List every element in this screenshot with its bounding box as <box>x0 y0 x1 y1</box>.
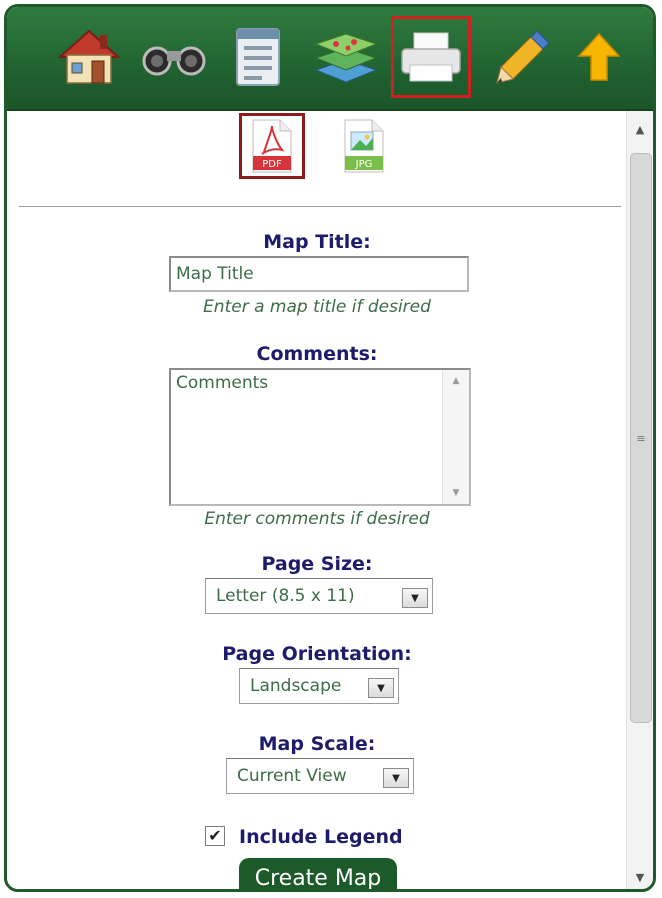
create-map-button[interactable]: Create Map <box>239 858 397 889</box>
home-button[interactable] <box>52 17 126 97</box>
scroll-up-icon[interactable]: ▲ <box>443 376 469 386</box>
pdf-format-button[interactable]: PDF <box>239 113 305 179</box>
panel-scrollbar[interactable]: ▲ ≡ ▼ <box>626 111 653 889</box>
layers-button[interactable] <box>309 17 383 97</box>
scrollbar-thumb[interactable]: ≡ <box>630 153 652 723</box>
scroll-down-icon[interactable]: ▼ <box>443 488 469 498</box>
jpg-format-button[interactable]: JPG <box>333 115 395 177</box>
scroll-up-icon[interactable]: ▲ <box>627 115 653 143</box>
include-legend-label: Include Legend <box>239 826 403 848</box>
draw-button[interactable] <box>486 17 560 97</box>
search-button[interactable] <box>137 17 211 97</box>
print-button[interactable] <box>391 16 471 98</box>
up-arrow-icon <box>577 32 621 81</box>
map-scale-select[interactable]: Current View ▼ <box>226 758 414 794</box>
grip-icon: ≡ <box>636 431 646 445</box>
comments-label: Comments: <box>256 343 378 365</box>
printer-icon <box>401 32 461 82</box>
comments-textarea[interactable]: Comments ▲ ▼ <box>169 368 471 506</box>
page-orientation-value: Landscape <box>250 676 342 696</box>
chevron-down-icon[interactable]: ▼ <box>383 768 409 788</box>
pdf-label: PDF <box>262 159 282 170</box>
include-legend-checkbox[interactable]: ✔ <box>205 826 225 846</box>
jpg-label: JPG <box>355 159 373 170</box>
map-title-label: Map Title: <box>263 231 371 253</box>
divider <box>19 206 621 207</box>
map-scale-label: Map Scale: <box>258 733 376 755</box>
map-title-input[interactable] <box>169 256 469 292</box>
scroll-down-icon[interactable]: ▼ <box>627 863 653 889</box>
checkmark-icon: ✔ <box>208 826 222 845</box>
map-scale-value: Current View <box>237 766 347 786</box>
report-button[interactable] <box>221 17 295 97</box>
chevron-down-icon[interactable]: ▼ <box>368 678 394 698</box>
home-icon <box>58 29 120 84</box>
comments-text: Comments <box>176 373 269 393</box>
pencil-icon <box>496 30 550 84</box>
page-size-value: Letter (8.5 x 11) <box>216 586 355 606</box>
pdf-file-icon: PDF <box>252 119 292 173</box>
page-orientation-select[interactable]: Landscape ▼ <box>239 668 399 704</box>
jpg-file-icon: JPG <box>344 119 384 173</box>
print-form: PDF JPG Map Title: Enter a map title if … <box>7 111 627 889</box>
toolbar <box>7 7 653 111</box>
page-orientation-label: Page Orientation: <box>222 643 412 665</box>
chevron-down-icon[interactable]: ▼ <box>402 588 428 608</box>
page-size-select[interactable]: Letter (8.5 x 11) ▼ <box>205 578 433 614</box>
page-size-label: Page Size: <box>261 553 373 575</box>
print-panel: PDF JPG Map Title: Enter a map title if … <box>4 4 656 892</box>
map-title-hint: Enter a map title if desired <box>203 297 431 317</box>
collapse-button[interactable] <box>562 17 636 97</box>
document-icon <box>236 28 280 86</box>
comments-hint: Enter comments if desired <box>204 509 430 529</box>
layers-icon <box>314 33 378 83</box>
binoculars-icon <box>142 46 206 76</box>
comments-scrollbar[interactable]: ▲ ▼ <box>442 370 469 504</box>
